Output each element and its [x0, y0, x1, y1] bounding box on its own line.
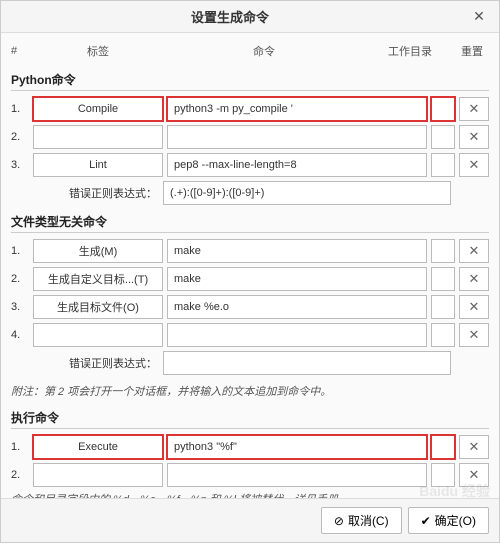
row-number: 4. [11, 323, 33, 347]
workdir-input[interactable] [431, 97, 455, 121]
reset-button[interactable]: ✕ [459, 239, 489, 263]
label-input[interactable] [33, 125, 163, 149]
reset-button[interactable]: ✕ [459, 435, 489, 459]
workdir-input[interactable] [431, 267, 455, 291]
reset-button[interactable]: ✕ [459, 295, 489, 319]
reset-button[interactable]: ✕ [459, 97, 489, 121]
filetype-row-2: 2. 生成自定义目标...(T) make ✕ [11, 267, 489, 291]
regex-input[interactable] [163, 351, 451, 375]
regex-input[interactable]: (.+):([0-9]+):([0-9]+) [163, 181, 451, 205]
row-number: 2. [11, 267, 33, 291]
command-input[interactable]: make [167, 239, 427, 263]
reset-button[interactable]: ✕ [459, 125, 489, 149]
execute-row-2: 2. ✕ [11, 463, 489, 487]
label-input[interactable]: 生成目标文件(O) [33, 295, 163, 319]
check-icon: ✔ [421, 514, 431, 528]
python-regex-row: 错误正则表达式： (.+):([0-9]+):([0-9]+) [11, 181, 489, 205]
command-input[interactable] [167, 323, 427, 347]
filetype-row-1: 1. 生成(M) make ✕ [11, 239, 489, 263]
label-input[interactable]: 生成(M) [33, 239, 163, 263]
ok-label: 确定(O) [435, 512, 476, 529]
python-row-2: 2. ✕ [11, 125, 489, 149]
dialog-content: # 标签 命令 工作目录 重置 Python命令 1. Compile pyth… [1, 33, 499, 498]
command-input[interactable]: python3 "%f" [167, 435, 427, 459]
close-icon: ✕ [469, 243, 480, 259]
workdir-input[interactable] [431, 239, 455, 263]
close-icon: ✕ [469, 101, 480, 117]
execute-row-1: 1. Execute python3 "%f" ✕ [11, 435, 489, 459]
section-filetype-title: 文件类型无关命令 [11, 213, 489, 230]
command-input[interactable]: python3 -m py_compile ' [167, 97, 427, 121]
command-input[interactable]: pep8 --max-line-length=8 [167, 153, 427, 177]
section-execute-title: 执行命令 [11, 409, 489, 426]
label-input[interactable]: 生成自定义目标...(T) [33, 267, 163, 291]
workdir-input[interactable] [431, 153, 455, 177]
label-input[interactable]: Compile [33, 97, 163, 121]
divider [11, 428, 489, 429]
row-number: 3. [11, 295, 33, 319]
row-number: 2. [11, 463, 33, 487]
close-icon: ✕ [469, 467, 480, 483]
header-reset: 重置 [455, 43, 489, 59]
command-input[interactable]: make %e.o [167, 295, 427, 319]
close-icon: ✕ [469, 299, 480, 315]
row-number: 1. [11, 435, 33, 459]
ok-button[interactable]: ✔ 确定(O) [408, 507, 489, 534]
cancel-icon: ⊘ [334, 514, 344, 528]
header-wd: 工作目录 [365, 43, 455, 59]
regex-label: 错误正则表达式： [11, 185, 163, 201]
workdir-input[interactable] [431, 295, 455, 319]
command-input[interactable] [167, 463, 427, 487]
filetype-regex-row: 错误正则表达式： [11, 351, 489, 375]
label-input[interactable]: Execute [33, 435, 163, 459]
column-headers: # 标签 命令 工作目录 重置 [11, 39, 489, 65]
label-input[interactable] [33, 463, 163, 487]
close-icon: ✕ [469, 327, 480, 343]
filetype-row-3: 3. 生成目标文件(O) make %e.o ✕ [11, 295, 489, 319]
python-row-3: 3. Lint pep8 --max-line-length=8 ✕ [11, 153, 489, 177]
reset-button[interactable]: ✕ [459, 463, 489, 487]
workdir-input[interactable] [431, 323, 455, 347]
header-label: 标签 [33, 43, 163, 59]
filetype-row-4: 4. ✕ [11, 323, 489, 347]
row-number: 1. [11, 239, 33, 263]
command-input[interactable] [167, 125, 427, 149]
divider [11, 232, 489, 233]
workdir-input[interactable] [431, 125, 455, 149]
titlebar: 设置生成命令 ✕ [1, 1, 499, 33]
close-icon[interactable]: ✕ [459, 1, 499, 33]
regex-label: 错误正则表达式： [11, 355, 163, 371]
reset-button[interactable]: ✕ [459, 323, 489, 347]
header-num: # [11, 45, 33, 57]
close-icon: ✕ [469, 157, 480, 173]
section-python-title: Python命令 [11, 71, 489, 88]
divider [11, 90, 489, 91]
reset-button[interactable]: ✕ [459, 153, 489, 177]
row-number: 3. [11, 153, 33, 177]
python-row-1: 1. Compile python3 -m py_compile ' ✕ [11, 97, 489, 121]
cancel-button[interactable]: ⊘ 取消(C) [321, 507, 402, 534]
cancel-label: 取消(C) [348, 512, 389, 529]
dialog-title: 设置生成命令 [1, 7, 459, 26]
reset-button[interactable]: ✕ [459, 267, 489, 291]
row-number: 2. [11, 125, 33, 149]
row-number: 1. [11, 97, 33, 121]
close-icon: ✕ [469, 439, 480, 455]
close-icon: ✕ [469, 271, 480, 287]
dialog-window: 设置生成命令 ✕ # 标签 命令 工作目录 重置 Python命令 1. Com… [0, 0, 500, 543]
workdir-input[interactable] [431, 435, 455, 459]
header-cmd: 命令 [163, 43, 365, 59]
label-input[interactable] [33, 323, 163, 347]
close-icon: ✕ [469, 129, 480, 145]
label-input[interactable]: Lint [33, 153, 163, 177]
command-input[interactable]: make [167, 267, 427, 291]
execute-note: 命令和目录字段中的 %d、%e、%f、%p 和 %l 将被替代，详见手册。 [11, 491, 489, 498]
filetype-note: 附注：第 2 项会打开一个对话框，并将输入的文本追加到命令中。 [11, 383, 489, 399]
dialog-footer: ⊘ 取消(C) ✔ 确定(O) [1, 498, 499, 542]
workdir-input[interactable] [431, 463, 455, 487]
